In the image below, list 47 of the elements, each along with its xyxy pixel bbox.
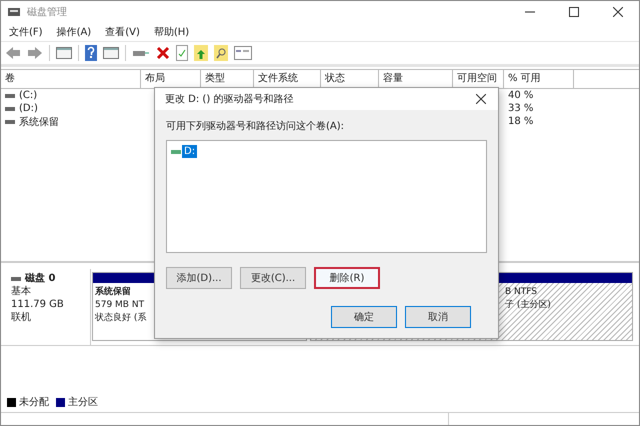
- close-icon[interactable]: [476, 94, 486, 104]
- percent-free-cell-text: 18 %: [507, 116, 534, 127]
- maximize-icon[interactable]: [569, 7, 579, 17]
- volume-name: (D:): [19, 103, 38, 114]
- menu-item[interactable]: 操作(A): [56, 25, 92, 39]
- partition-text: 系统保留: [95, 286, 132, 299]
- menu-item[interactable]: 查看(V): [105, 25, 140, 39]
- dialog-button[interactable]: 添加(D)...: [166, 267, 232, 289]
- disk-name: 磁盘 0: [25, 272, 56, 285]
- drive-icon: [171, 150, 181, 154]
- back-arrow-icon[interactable]: [5, 46, 21, 60]
- menu-item[interactable]: 文件(F): [9, 25, 43, 39]
- disk-app-icon: [7, 6, 21, 18]
- help-icon[interactable]: [85, 45, 97, 61]
- properties-window-icon[interactable]: [234, 46, 252, 60]
- volume-name: 系统保留: [19, 116, 59, 128]
- partition-text: 579 MB NT: [95, 299, 146, 312]
- partition-text: B NTFS: [505, 286, 538, 299]
- disk-type: 基本: [11, 285, 32, 298]
- percent-free-cell-text: 40 %: [507, 90, 534, 101]
- cancel-button[interactable]: 取消: [405, 306, 471, 328]
- dialog-button[interactable]: 更改(C)...: [240, 267, 306, 289]
- pane-icon[interactable]: [103, 46, 119, 60]
- dialog-title: 更改 D: () 的驱动器号和路径: [165, 92, 294, 106]
- dialog-button[interactable]: 删除(R): [314, 267, 380, 289]
- column-header[interactable]: % 可用: [504, 70, 574, 88]
- volume-name: (C:): [19, 90, 38, 101]
- delete-icon[interactable]: [156, 46, 170, 60]
- percent-free-cell-text: 33 %: [507, 103, 534, 114]
- folder-search-icon[interactable]: [214, 45, 228, 61]
- folder-up-icon[interactable]: [194, 45, 208, 61]
- pane-icon[interactable]: [56, 46, 72, 60]
- checklist-icon[interactable]: [176, 45, 188, 61]
- ok-button[interactable]: 确定: [331, 306, 397, 328]
- drive-letter-item[interactable]: D:: [182, 145, 198, 158]
- forward-arrow-icon[interactable]: [27, 46, 43, 60]
- legend-label: 未分配: [19, 396, 49, 409]
- legend-label: 主分区: [68, 396, 98, 409]
- partition-text: 状态良好 (系: [95, 312, 148, 325]
- menu-item[interactable]: 帮助(H): [154, 25, 190, 39]
- column-header[interactable]: 卷: [1, 70, 141, 88]
- disk-status: 联机: [11, 311, 32, 324]
- partition-text: 子 (主分区): [505, 299, 552, 312]
- window-title: 磁盘管理: [27, 6, 67, 19]
- disk-size: 111.79 GB: [11, 298, 65, 311]
- close-icon[interactable]: [613, 7, 623, 17]
- dialog-prompt: 可用下列驱动器号和路径访问这个卷(A):: [166, 120, 346, 134]
